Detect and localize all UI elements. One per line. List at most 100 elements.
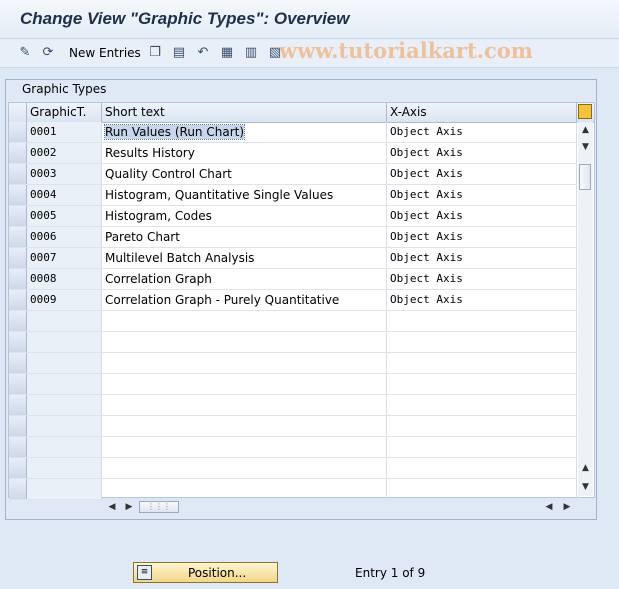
undo-icon[interactable]: ↶ xyxy=(195,44,211,60)
row-selector[interactable] xyxy=(9,143,27,163)
table-row[interactable] xyxy=(9,437,577,458)
table-row[interactable] xyxy=(9,332,577,353)
row-selector[interactable] xyxy=(9,458,27,478)
row-selector[interactable] xyxy=(9,479,27,499)
cell-short-text[interactable]: Pareto Chart xyxy=(102,227,387,247)
cell-x-axis[interactable]: Object Axis xyxy=(387,164,577,184)
cell-graphic-type[interactable] xyxy=(27,374,102,394)
vertical-scrollbar[interactable]: ▲ ▼ ▲ ▼ xyxy=(578,122,593,496)
cell-x-axis[interactable] xyxy=(387,395,577,415)
row-selector[interactable] xyxy=(9,185,27,205)
horizontal-scrollbar[interactable]: ◀ ▶ ⋮⋮⋮ ◀ ▶ xyxy=(8,499,593,516)
row-selector[interactable] xyxy=(9,311,27,331)
cell-short-text[interactable] xyxy=(102,479,387,499)
table-row[interactable]: 0002 Results History Object Axis xyxy=(9,143,577,164)
table-row[interactable]: 0008 Correlation Graph Object Axis xyxy=(9,269,577,290)
cell-x-axis[interactable]: Object Axis xyxy=(387,227,577,247)
row-selector[interactable] xyxy=(9,269,27,289)
cell-short-text[interactable]: Correlation Graph xyxy=(102,269,387,289)
table-row[interactable] xyxy=(9,395,577,416)
vertical-scroll-thumb[interactable] xyxy=(579,164,591,190)
cell-short-text[interactable] xyxy=(102,332,387,352)
row-selector[interactable] xyxy=(9,332,27,352)
select-block-icon[interactable]: ▥ xyxy=(243,44,259,60)
scroll-up-bottom-icon[interactable]: ▲ xyxy=(578,460,593,476)
cell-short-text[interactable] xyxy=(102,395,387,415)
table-row[interactable] xyxy=(9,416,577,437)
row-selector[interactable] xyxy=(9,227,27,247)
column-header-short-text[interactable]: Short text xyxy=(102,103,387,122)
cell-x-axis[interactable]: Object Axis xyxy=(387,122,577,142)
cell-short-text[interactable]: Quality Control Chart xyxy=(102,164,387,184)
cell-short-text[interactable]: Multilevel Batch Analysis xyxy=(102,248,387,268)
row-selector[interactable] xyxy=(9,395,27,415)
cell-x-axis[interactable] xyxy=(387,458,577,478)
cell-short-text[interactable] xyxy=(102,458,387,478)
row-selector[interactable] xyxy=(9,437,27,457)
table-row[interactable]: 0003 Quality Control Chart Object Axis xyxy=(9,164,577,185)
display-change-icon[interactable]: ✎ xyxy=(17,44,33,60)
cell-graphic-type[interactable] xyxy=(27,416,102,436)
row-selector[interactable] xyxy=(9,416,27,436)
table-row[interactable]: 0001 Run Values (Run Chart) Object Axis xyxy=(9,122,577,143)
scroll-up-icon[interactable]: ▲ xyxy=(578,122,593,138)
cell-short-text[interactable] xyxy=(102,437,387,457)
cell-x-axis[interactable] xyxy=(387,416,577,436)
table-row[interactable]: 0007 Multilevel Batch Analysis Object Axis xyxy=(9,248,577,269)
scroll-left-end-icon[interactable]: ◀ xyxy=(542,499,556,515)
cell-x-axis[interactable] xyxy=(387,437,577,457)
table-row[interactable] xyxy=(9,374,577,395)
horizontal-scroll-thumb[interactable]: ⋮⋮⋮ xyxy=(139,501,179,513)
cell-graphic-type[interactable] xyxy=(27,353,102,373)
table-row[interactable]: 0009 Correlation Graph - Purely Quantitat… xyxy=(9,290,577,311)
cell-graphic-type[interactable]: 0008 xyxy=(27,269,102,289)
table-row[interactable] xyxy=(9,311,577,332)
cell-short-text[interactable] xyxy=(102,353,387,373)
position-button[interactable]: ≡ Position... xyxy=(133,562,278,583)
cell-graphic-type[interactable]: 0005 xyxy=(27,206,102,226)
table-row[interactable] xyxy=(9,479,577,500)
row-selector[interactable] xyxy=(9,374,27,394)
cell-graphic-type[interactable]: 0007 xyxy=(27,248,102,268)
cell-short-text[interactable] xyxy=(102,416,387,436)
cell-graphic-type[interactable]: 0002 xyxy=(27,143,102,163)
column-header-x-axis[interactable]: X-Axis xyxy=(387,103,577,122)
table-row[interactable]: 0005 Histogram, Codes Object Axis xyxy=(9,206,577,227)
cell-graphic-type[interactable]: 0004 xyxy=(27,185,102,205)
new-entries-button[interactable]: New Entries xyxy=(69,46,141,60)
row-selector[interactable] xyxy=(9,122,27,142)
cell-graphic-type[interactable] xyxy=(27,311,102,331)
cell-graphic-type[interactable]: 0006 xyxy=(27,227,102,247)
table-settings-icon[interactable] xyxy=(578,104,592,119)
table-row[interactable]: 0006 Pareto Chart Object Axis xyxy=(9,227,577,248)
cell-graphic-type[interactable] xyxy=(27,458,102,478)
cell-x-axis[interactable] xyxy=(387,353,577,373)
cell-x-axis[interactable] xyxy=(387,479,577,499)
cell-x-axis[interactable]: Object Axis xyxy=(387,248,577,268)
cell-short-text[interactable]: Correlation Graph - Purely Quantitative xyxy=(102,290,387,310)
cell-x-axis[interactable]: Object Axis xyxy=(387,185,577,205)
copy-icon[interactable]: ❐ xyxy=(147,44,163,60)
select-all-rows-button[interactable] xyxy=(9,103,27,122)
scroll-right-end-icon[interactable]: ▶ xyxy=(560,499,574,515)
cell-short-text[interactable] xyxy=(102,311,387,331)
cell-x-axis[interactable] xyxy=(387,332,577,352)
row-selector[interactable] xyxy=(9,248,27,268)
row-selector[interactable] xyxy=(9,164,27,184)
cell-short-text[interactable]: Results History xyxy=(102,143,387,163)
table-row[interactable] xyxy=(9,353,577,374)
table-row[interactable]: 0004 Histogram, Quantitative Single Value… xyxy=(9,185,577,206)
cell-graphic-type[interactable] xyxy=(27,437,102,457)
scroll-down-bottom-icon[interactable]: ▼ xyxy=(578,479,593,495)
scroll-right-icon[interactable]: ▶ xyxy=(122,499,136,515)
cell-x-axis[interactable]: Object Axis xyxy=(387,290,577,310)
cell-graphic-type[interactable]: 0009 xyxy=(27,290,102,310)
cell-short-text[interactable]: Run Values (Run Chart) xyxy=(102,122,387,142)
cell-short-text[interactable] xyxy=(102,374,387,394)
cell-x-axis[interactable]: Object Axis xyxy=(387,206,577,226)
delete-icon[interactable]: ▤ xyxy=(171,44,187,60)
cell-graphic-type[interactable]: 0001 xyxy=(27,122,102,142)
cell-short-text[interactable]: Histogram, Quantitative Single Values xyxy=(102,185,387,205)
scroll-down-icon[interactable]: ▼ xyxy=(578,139,593,155)
cell-graphic-type[interactable] xyxy=(27,479,102,499)
